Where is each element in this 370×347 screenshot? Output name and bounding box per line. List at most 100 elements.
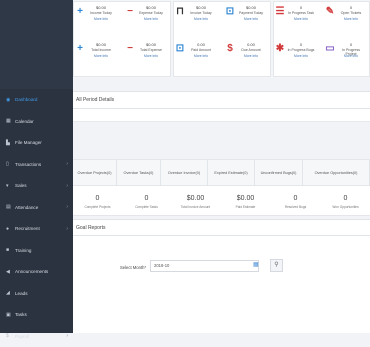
goal-reports-title: Goal Reports <box>73 219 370 236</box>
summary-count: 0 Complete Tasks <box>122 186 171 216</box>
more-info-link[interactable]: More Info <box>187 17 215 21</box>
stat-in-progress-project: ▭0In Progress ProjectMore Info <box>325 41 368 64</box>
stat-label: Income Today <box>87 11 115 15</box>
sidebar-item-recruitment[interactable]: ●Recruitment› <box>0 218 73 240</box>
sidebar-item-label: Dashboard <box>15 97 37 102</box>
search-button[interactable]: ⚲ <box>270 259 283 272</box>
tab-overdue-tasks[interactable]: Overdue Tasks(0) <box>117 160 161 186</box>
tab-overdue-invoice[interactable]: Overdue Invoice(0) <box>161 160 208 186</box>
sidebar-item-calendar[interactable]: ▦Calendar <box>0 111 73 133</box>
calendar-icon[interactable]: ▦ <box>253 261 259 268</box>
sidebar-item-sales[interactable]: ▾Sales› <box>0 175 73 197</box>
dollar-icon: $ <box>225 43 235 55</box>
tab-overdue-opportunities[interactable]: Overdue Opportunities(0) <box>303 160 370 186</box>
count-label: Resolved Bugs <box>271 205 320 209</box>
more-info-link[interactable]: More Info <box>237 17 265 21</box>
payment-icon: ⊡ <box>225 6 235 18</box>
stat-total-income: +$0.00Total IncomeMore Info <box>75 41 118 64</box>
stat-value: $0.00 <box>137 5 165 10</box>
sidebar-item-transactions[interactable]: ▯Transactions› <box>0 154 73 176</box>
stat-label: In Progress Task <box>287 11 315 15</box>
sidebar-item-training[interactable]: ■Training <box>0 240 73 262</box>
stat-label: Total Income <box>87 48 115 52</box>
stat-label: Invoice Today <box>187 11 215 15</box>
sidebar-item-label: Tasks <box>15 312 27 317</box>
stat-total-expense: −$0.00Total ExpenseMore Info <box>125 41 168 64</box>
month-label: Select Month* <box>120 265 146 270</box>
count-label: Won Opportunities <box>321 205 370 209</box>
more-info-link[interactable]: More Info <box>187 54 215 58</box>
sidebar-item-dashboard[interactable]: ◉Dashboard <box>0 89 73 111</box>
all-period-body <box>73 109 370 122</box>
bug-icon: ✱ <box>275 43 285 55</box>
recruitment-icon: ● <box>6 226 12 232</box>
more-info-link[interactable]: More Info <box>337 54 365 58</box>
stat-value: $0.00 <box>87 42 115 47</box>
count-label: Total Invoice Amount <box>171 205 220 209</box>
tab-overdue-projects[interactable]: Overdue Projects(0) <box>73 160 117 186</box>
more-info-link[interactable]: More Info <box>287 54 315 58</box>
stat-value: $0.00 <box>187 5 215 10</box>
more-info-link[interactable]: More Info <box>87 17 115 21</box>
sidebar-item-tasks[interactable]: ▣Tasks <box>0 304 73 326</box>
payroll-icon: $ <box>6 333 12 339</box>
sidebar-item-leads[interactable]: ◢Leads <box>0 283 73 305</box>
tab-unconfirmed-bugs[interactable]: Unconfirmed Bugs(0) <box>255 160 303 186</box>
sales-icon: ▾ <box>6 183 12 189</box>
search-icon: ⚲ <box>274 262 278 268</box>
stat-value: $0.00 <box>87 5 115 10</box>
sidebar-item-file-manager[interactable]: ▙File Manager <box>0 132 73 154</box>
more-info-link[interactable]: More Info <box>137 54 165 58</box>
stat-label: Payment Today <box>237 11 265 15</box>
tasks-icon: ▣ <box>6 312 12 318</box>
calendar-icon: ▦ <box>6 118 12 124</box>
more-info-link[interactable]: More Info <box>287 17 315 21</box>
sidebar-item-label: Recruitment <box>15 226 40 231</box>
stat-income-today: +$0.00Income Today More Info <box>75 4 118 27</box>
stat-label: Expense Today <box>137 11 165 15</box>
sidebar-item-label: Training <box>15 248 31 253</box>
sidebar-item-label: Transactions <box>15 162 41 167</box>
announcement-icon: ◀ <box>6 269 12 275</box>
count-value: 0 <box>321 195 370 202</box>
plus-icon: + <box>75 6 85 18</box>
sidebar-item-label: Payroll <box>15 334 29 339</box>
more-info-link[interactable]: More Info <box>87 54 115 58</box>
sidebar-item-payroll[interactable]: $Payroll› <box>0 326 73 347</box>
stat-expense-today: −$0.00Expense TodayMore Info <box>125 4 168 27</box>
stat-payment-today: ⊡$0.00Payment Today More Info <box>225 4 268 27</box>
month-input[interactable]: 2018-10 <box>150 260 259 272</box>
count-value: $0.00 <box>221 195 270 202</box>
more-info-link[interactable]: More Info <box>337 17 365 21</box>
stat-open-tickets: ✎0Open TicketsMore Info <box>325 4 368 27</box>
stat-value: $0.00 <box>237 5 265 10</box>
sidebar-item-attendance[interactable]: ▤Attendance› <box>0 197 73 219</box>
sidebar-nav: ◉Dashboard▦Calendar▙File Manager▯Transac… <box>0 89 73 347</box>
stat-label: In Progress Bugs <box>287 48 315 52</box>
stat-value: 0 <box>287 5 315 10</box>
main-content: +$0.00Income TodayMore Info−$0.00Expense… <box>73 0 370 333</box>
tab-expired-estimate[interactable]: Expired Estimate(0) <box>208 160 255 186</box>
summary-count: $0.00Total Invoice Amount <box>171 186 220 216</box>
stat-in-progress-bugs: ✱0In Progress Bugs More Info <box>275 41 318 64</box>
more-info-link[interactable]: More Info <box>237 54 265 58</box>
summary-count: 0Resolved Bugs <box>271 186 320 216</box>
chevron-right-icon: › <box>66 161 68 167</box>
count-label: Complete Tasks <box>122 205 171 209</box>
sidebar-item-label: File Manager <box>15 140 42 145</box>
count-value: 0 <box>73 195 122 202</box>
ticket-icon: ✎ <box>325 6 335 18</box>
more-info-link[interactable]: More Info <box>137 17 165 21</box>
count-label: Paid Estimate <box>221 205 270 209</box>
goal-reports-body: Select Month* 2018-10 ▦ ⚲ <box>73 236 370 333</box>
stat-value: 0 <box>287 42 315 47</box>
paid-icon: ⊡ <box>175 43 185 55</box>
overdue-tabs: Overdue Projects(0)Overdue Tasks(0)Overd… <box>73 159 370 186</box>
stat-value: $0.00 <box>137 42 165 47</box>
dashboard-icon: ◉ <box>6 97 12 103</box>
count-value: 0 <box>122 195 171 202</box>
chevron-right-icon: › <box>66 183 68 189</box>
sidebar-item-announcements[interactable]: ◀Announcements <box>0 261 73 283</box>
summary-count: $0.00 Paid Estimate <box>221 186 270 216</box>
stat-value: 0.00 <box>187 42 215 47</box>
